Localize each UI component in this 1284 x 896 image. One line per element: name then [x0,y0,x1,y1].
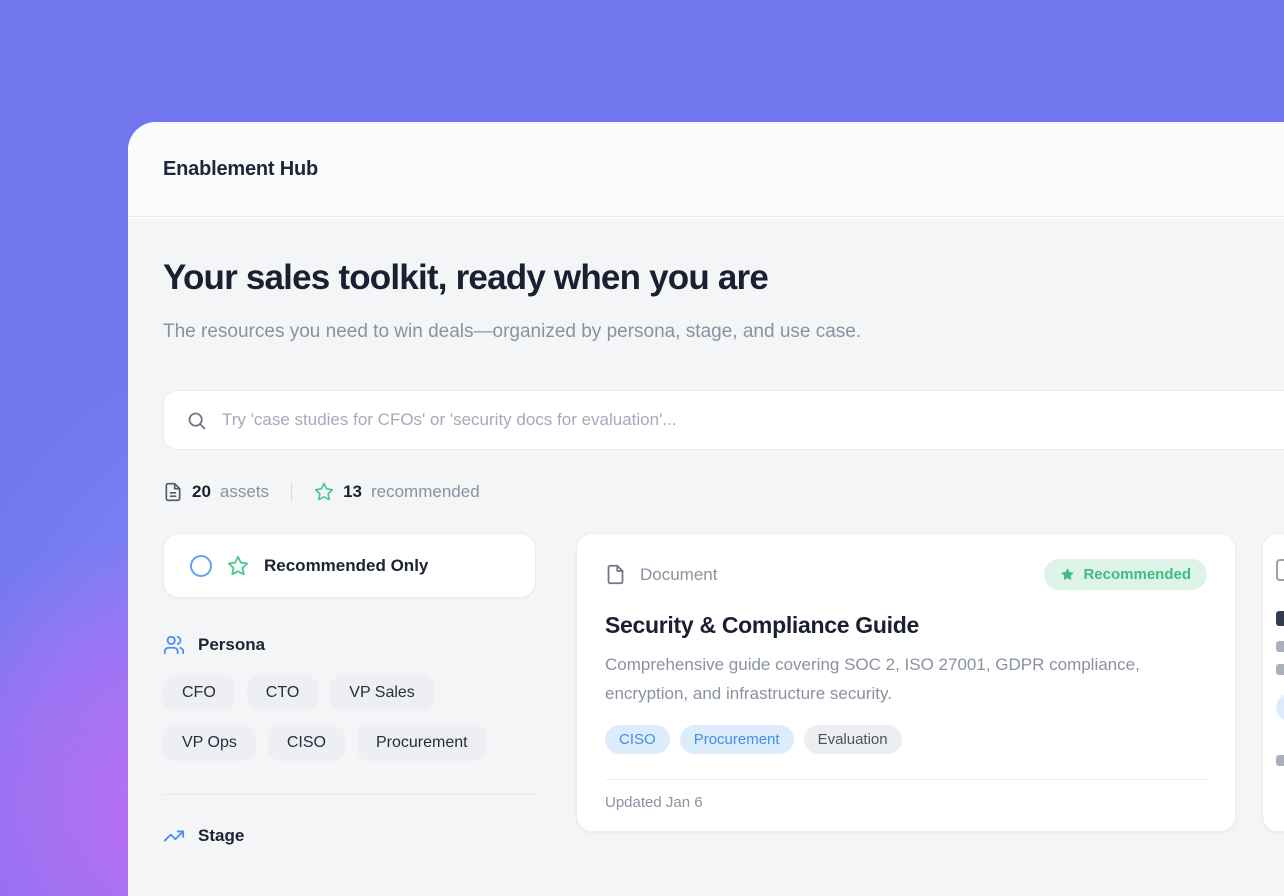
card-type: Document [605,564,717,585]
panel-body: Your sales toolkit, ready when you are T… [128,218,1284,896]
filters-sidebar: Recommended Only Persona CFO CTO VP Sale… [163,533,536,847]
tag-evaluation: Evaluation [804,725,902,754]
persona-chip-cfo[interactable]: CFO [163,675,235,711]
app-title: Enablement Hub [163,158,318,181]
persona-chip-procurement[interactable]: Procurement [357,725,487,761]
sidebar-divider [163,794,536,795]
recommended-badge: Recommended [1044,559,1207,590]
search-bar[interactable] [163,390,1284,450]
persona-section-header: Persona [163,634,536,656]
tag-ciso: CISO [605,725,670,754]
persona-section-label: Persona [198,635,265,655]
file-icon [1276,559,1284,581]
card-type-label: Document [640,565,717,585]
assets-label: assets [220,482,269,502]
partial-card-tag-fragment [1276,694,1284,721]
radio-circle-icon[interactable] [190,555,212,577]
star-outline-icon [227,555,249,577]
trending-up-icon [163,825,185,847]
asset-card-security-compliance-guide[interactable]: Document Recommended Security & Complian… [576,533,1236,832]
persona-chip-cto[interactable]: CTO [247,675,318,711]
partial-card-text-fragment [1276,641,1284,652]
card-description: Comprehensive guide covering SOC 2, ISO … [605,650,1207,708]
asset-card-partial[interactable] [1262,533,1284,832]
partial-card-footer-fragment [1276,755,1284,766]
star-outline-icon [314,482,334,502]
persona-chip-vp-sales[interactable]: VP Sales [330,675,434,711]
search-icon [186,410,207,431]
content-row: Recommended Only Persona CFO CTO VP Sale… [163,533,1284,847]
persona-chips: CFO CTO VP Sales VP Ops CISO Procurement [163,675,536,761]
assets-stat: 20 assets [163,482,269,502]
page-title: Your sales toolkit, ready when you are [163,258,1284,298]
card-top-row: Document Recommended [605,559,1207,590]
users-icon [163,634,185,656]
recommended-only-label: Recommended Only [264,556,428,576]
recommended-label: recommended [371,482,480,502]
file-icon [605,564,626,585]
search-input[interactable] [222,410,1284,430]
card-tags: CISO Procurement Evaluation [605,725,1207,754]
card-title: Security & Compliance Guide [605,612,1207,639]
persona-chip-ciso[interactable]: CISO [268,725,345,761]
partial-card-text-fragment [1276,664,1284,675]
tag-procurement: Procurement [680,725,794,754]
star-filled-icon [1060,567,1075,582]
persona-chip-vp-ops[interactable]: VP Ops [163,725,256,761]
page-subtitle: The resources you need to win deals—orga… [163,313,953,350]
enablement-hub-panel: Enablement Hub Your sales toolkit, ready… [128,122,1284,896]
panel-header: Enablement Hub [128,122,1284,217]
recommended-stat: 13 recommended [314,482,480,502]
stats-divider [291,482,292,502]
recommended-count: 13 [343,482,362,502]
recommended-badge-label: Recommended [1083,566,1191,583]
file-text-icon [163,482,183,502]
stage-section-label: Stage [198,826,244,846]
partial-card-title-fragment [1276,611,1284,626]
recommended-only-toggle[interactable]: Recommended Only [163,533,536,598]
assets-count: 20 [192,482,211,502]
card-updated-date: Updated Jan 6 [605,780,1207,811]
stage-section-header: Stage [163,825,536,847]
screen: Enablement Hub Your sales toolkit, ready… [0,0,1284,896]
stats-row: 20 assets 13 recommended [163,482,1284,502]
cards-area: Document Recommended Security & Complian… [576,533,1284,847]
